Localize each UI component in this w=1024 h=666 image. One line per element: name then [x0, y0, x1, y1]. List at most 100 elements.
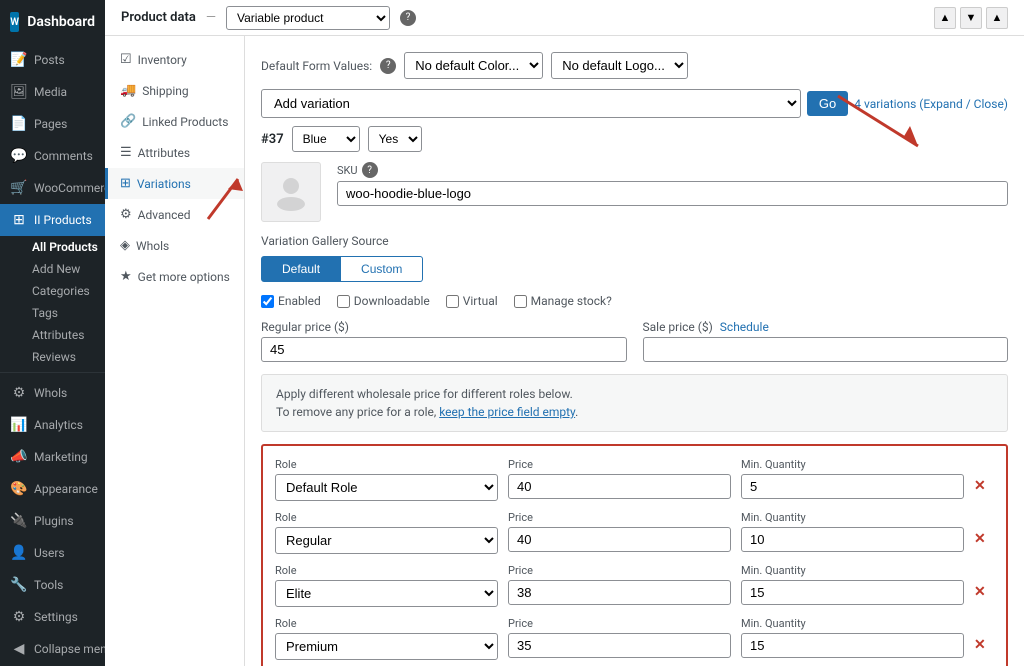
sidebar-item-media[interactable]: 🖼 Media	[0, 76, 105, 108]
schedule-link[interactable]: Schedule	[720, 320, 769, 334]
arrow-expand-button[interactable]: ▲	[986, 7, 1008, 29]
arrow-down-button[interactable]: ▼	[960, 7, 982, 29]
sidebar-item-woocommerce[interactable]: 🛒 WooCommerce	[0, 172, 105, 204]
price-label-3: Price	[508, 564, 731, 577]
downloadable-checkbox[interactable]	[337, 295, 350, 308]
users-icon: 👤	[10, 544, 28, 562]
role-select-4[interactable]: PremiumDefault RoleRegularEliteAny Role	[275, 633, 498, 660]
sidebar-sub-item-all-products[interactable]: All Products	[22, 236, 105, 258]
tab-advanced[interactable]: ⚙ Advanced	[105, 199, 244, 230]
default-logo-select[interactable]: No default Logo...	[551, 52, 688, 79]
role-select-3[interactable]: EliteDefault RoleRegularPremiumAny Role	[275, 580, 498, 607]
enabled-checkbox-label[interactable]: Enabled	[261, 294, 321, 308]
delete-row-1-button[interactable]: ✕	[974, 478, 986, 494]
sidebar-sub-item-reviews[interactable]: Reviews	[22, 346, 105, 368]
variation-color-select[interactable]: Blue Red Green	[292, 126, 360, 152]
sku-input[interactable]	[337, 181, 1008, 206]
sidebar-sub-item-tags[interactable]: Tags	[22, 302, 105, 324]
tab-inventory[interactable]: ☑ Inventory	[105, 44, 244, 75]
sidebar-item-label: WooCommerce	[34, 181, 105, 195]
delete-row-3-button[interactable]: ✕	[974, 584, 986, 600]
sidebar-item-plugins[interactable]: 🔌 Plugins	[0, 505, 105, 537]
wholesale-col-role-1: Role Default RoleRegularElitePremiumAny …	[275, 458, 498, 501]
default-color-select[interactable]: No default Color...	[404, 52, 543, 79]
sidebar-item-settings[interactable]: ⚙ Settings	[0, 601, 105, 633]
sidebar-item-label: Tools	[34, 578, 63, 592]
minqty-input-3[interactable]	[741, 580, 964, 605]
checkboxes-row: Enabled Downloadable Virtual Manage stoc…	[261, 294, 1008, 308]
sidebar-item-tools[interactable]: 🔧 Tools	[0, 569, 105, 601]
sidebar-item-marketing[interactable]: 📣 Marketing	[0, 441, 105, 473]
variation-number: #37	[261, 132, 284, 147]
sidebar-item-posts[interactable]: 📝 Posts	[0, 44, 105, 76]
wholesale-row: Role RegularDefault RoleElitePremiumAny …	[275, 511, 994, 554]
product-type-select[interactable]: Variable product Simple product Grouped …	[226, 6, 390, 30]
price-input-3[interactable]	[508, 580, 731, 605]
whols-tab-icon: ◈	[120, 238, 130, 253]
sidebar-item-products[interactable]: ⊞ II Products	[0, 204, 105, 236]
sidebar-sub-item-attributes[interactable]: Attributes	[22, 324, 105, 346]
sale-price-input[interactable]	[643, 337, 1009, 362]
price-input-1[interactable]	[508, 474, 731, 499]
add-variation-select[interactable]: Add variation	[261, 89, 801, 118]
sku-help-icon[interactable]: ?	[362, 162, 378, 178]
sidebar-item-appearance[interactable]: 🎨 Appearance	[0, 473, 105, 505]
variation-enabled-select[interactable]: Yes No	[368, 126, 422, 152]
sidebar-sub-item-add-new[interactable]: Add New	[22, 258, 105, 280]
sidebar-item-label: II Products	[34, 213, 92, 227]
delete-row-2-button[interactable]: ✕	[974, 531, 986, 547]
sidebar-item-pages[interactable]: 📄 Pages	[0, 108, 105, 140]
minqty-label-3: Min. Quantity	[741, 564, 964, 577]
minqty-input-2[interactable]	[741, 527, 964, 552]
manage-stock-checkbox[interactable]	[514, 295, 527, 308]
arrow-up-button[interactable]: ▲	[934, 7, 956, 29]
sidebar-brand[interactable]: W Dashboard	[0, 0, 105, 44]
tab-whols[interactable]: ◈ Whols	[105, 230, 244, 261]
sidebar-item-label: Plugins	[34, 514, 74, 528]
minqty-input-1[interactable]	[741, 474, 964, 499]
tab-linked-products[interactable]: 🔗 Linked Products	[105, 106, 244, 137]
delete-row-4-button[interactable]: ✕	[974, 637, 986, 653]
manage-stock-label: Manage stock?	[531, 294, 612, 308]
sidebar-item-collapse[interactable]: ◀ Collapse menu	[0, 633, 105, 665]
price-input-2[interactable]	[508, 527, 731, 552]
manage-stock-checkbox-label[interactable]: Manage stock?	[514, 294, 612, 308]
regular-price-input[interactable]	[261, 337, 627, 362]
tab-get-more-options[interactable]: ★ Get more options	[105, 261, 244, 292]
gallery-toggle-row: Default Custom	[261, 256, 1008, 282]
default-form-help-icon[interactable]: ?	[380, 58, 396, 74]
wholesale-col-role-3: Role EliteDefault RoleRegularPremiumAny …	[275, 564, 498, 607]
role-select-1[interactable]: Default RoleRegularElitePremiumAny Role	[275, 474, 498, 501]
price-input-4[interactable]	[508, 633, 731, 658]
wholesale-col-role-2: Role RegularDefault RoleElitePremiumAny …	[275, 511, 498, 554]
sidebar-item-whols[interactable]: ⚙ Whols	[0, 377, 105, 409]
toggle-default-button[interactable]: Default	[261, 256, 341, 282]
red-arrow-advanced	[198, 169, 258, 229]
sidebar-sub-item-categories[interactable]: Categories	[22, 280, 105, 302]
sidebar-item-comments[interactable]: 💬 Comments	[0, 140, 105, 172]
enabled-checkbox[interactable]	[261, 295, 274, 308]
role-select-2[interactable]: RegularDefault RoleElitePremiumAny Role	[275, 527, 498, 554]
toggle-custom-button[interactable]: Custom	[341, 256, 423, 282]
tab-shipping[interactable]: 🚚 Shipping	[105, 75, 244, 106]
analytics-icon: 📊	[10, 416, 28, 434]
sku-section: SKU ?	[337, 162, 1008, 222]
shipping-tab-icon: 🚚	[120, 83, 136, 98]
appearance-icon: 🎨	[10, 480, 28, 498]
virtual-checkbox[interactable]	[446, 295, 459, 308]
help-icon[interactable]: ?	[400, 10, 416, 26]
sidebar-item-label: Media	[34, 85, 67, 99]
wholesale-info-line2: To remove any price for a role, keep the…	[276, 403, 993, 421]
variation-image[interactable]	[261, 162, 321, 222]
virtual-checkbox-label[interactable]: Virtual	[446, 294, 498, 308]
keep-price-empty-link[interactable]: keep the price field empty	[439, 405, 575, 419]
downloadable-checkbox-label[interactable]: Downloadable	[337, 294, 430, 308]
right-panel: Default Form Values: ? No default Color.…	[245, 36, 1024, 666]
sidebar-item-analytics[interactable]: 📊 Analytics	[0, 409, 105, 441]
minqty-input-4[interactable]	[741, 633, 964, 658]
content-area: ☑ Inventory 🚚 Shipping 🔗 Linked Products…	[105, 36, 1024, 666]
sidebar-item-users[interactable]: 👤 Users	[0, 537, 105, 569]
variation-image-svg	[271, 172, 311, 212]
tab-attributes[interactable]: ☰ Attributes	[105, 137, 244, 168]
reviews-label: Reviews	[32, 350, 76, 364]
